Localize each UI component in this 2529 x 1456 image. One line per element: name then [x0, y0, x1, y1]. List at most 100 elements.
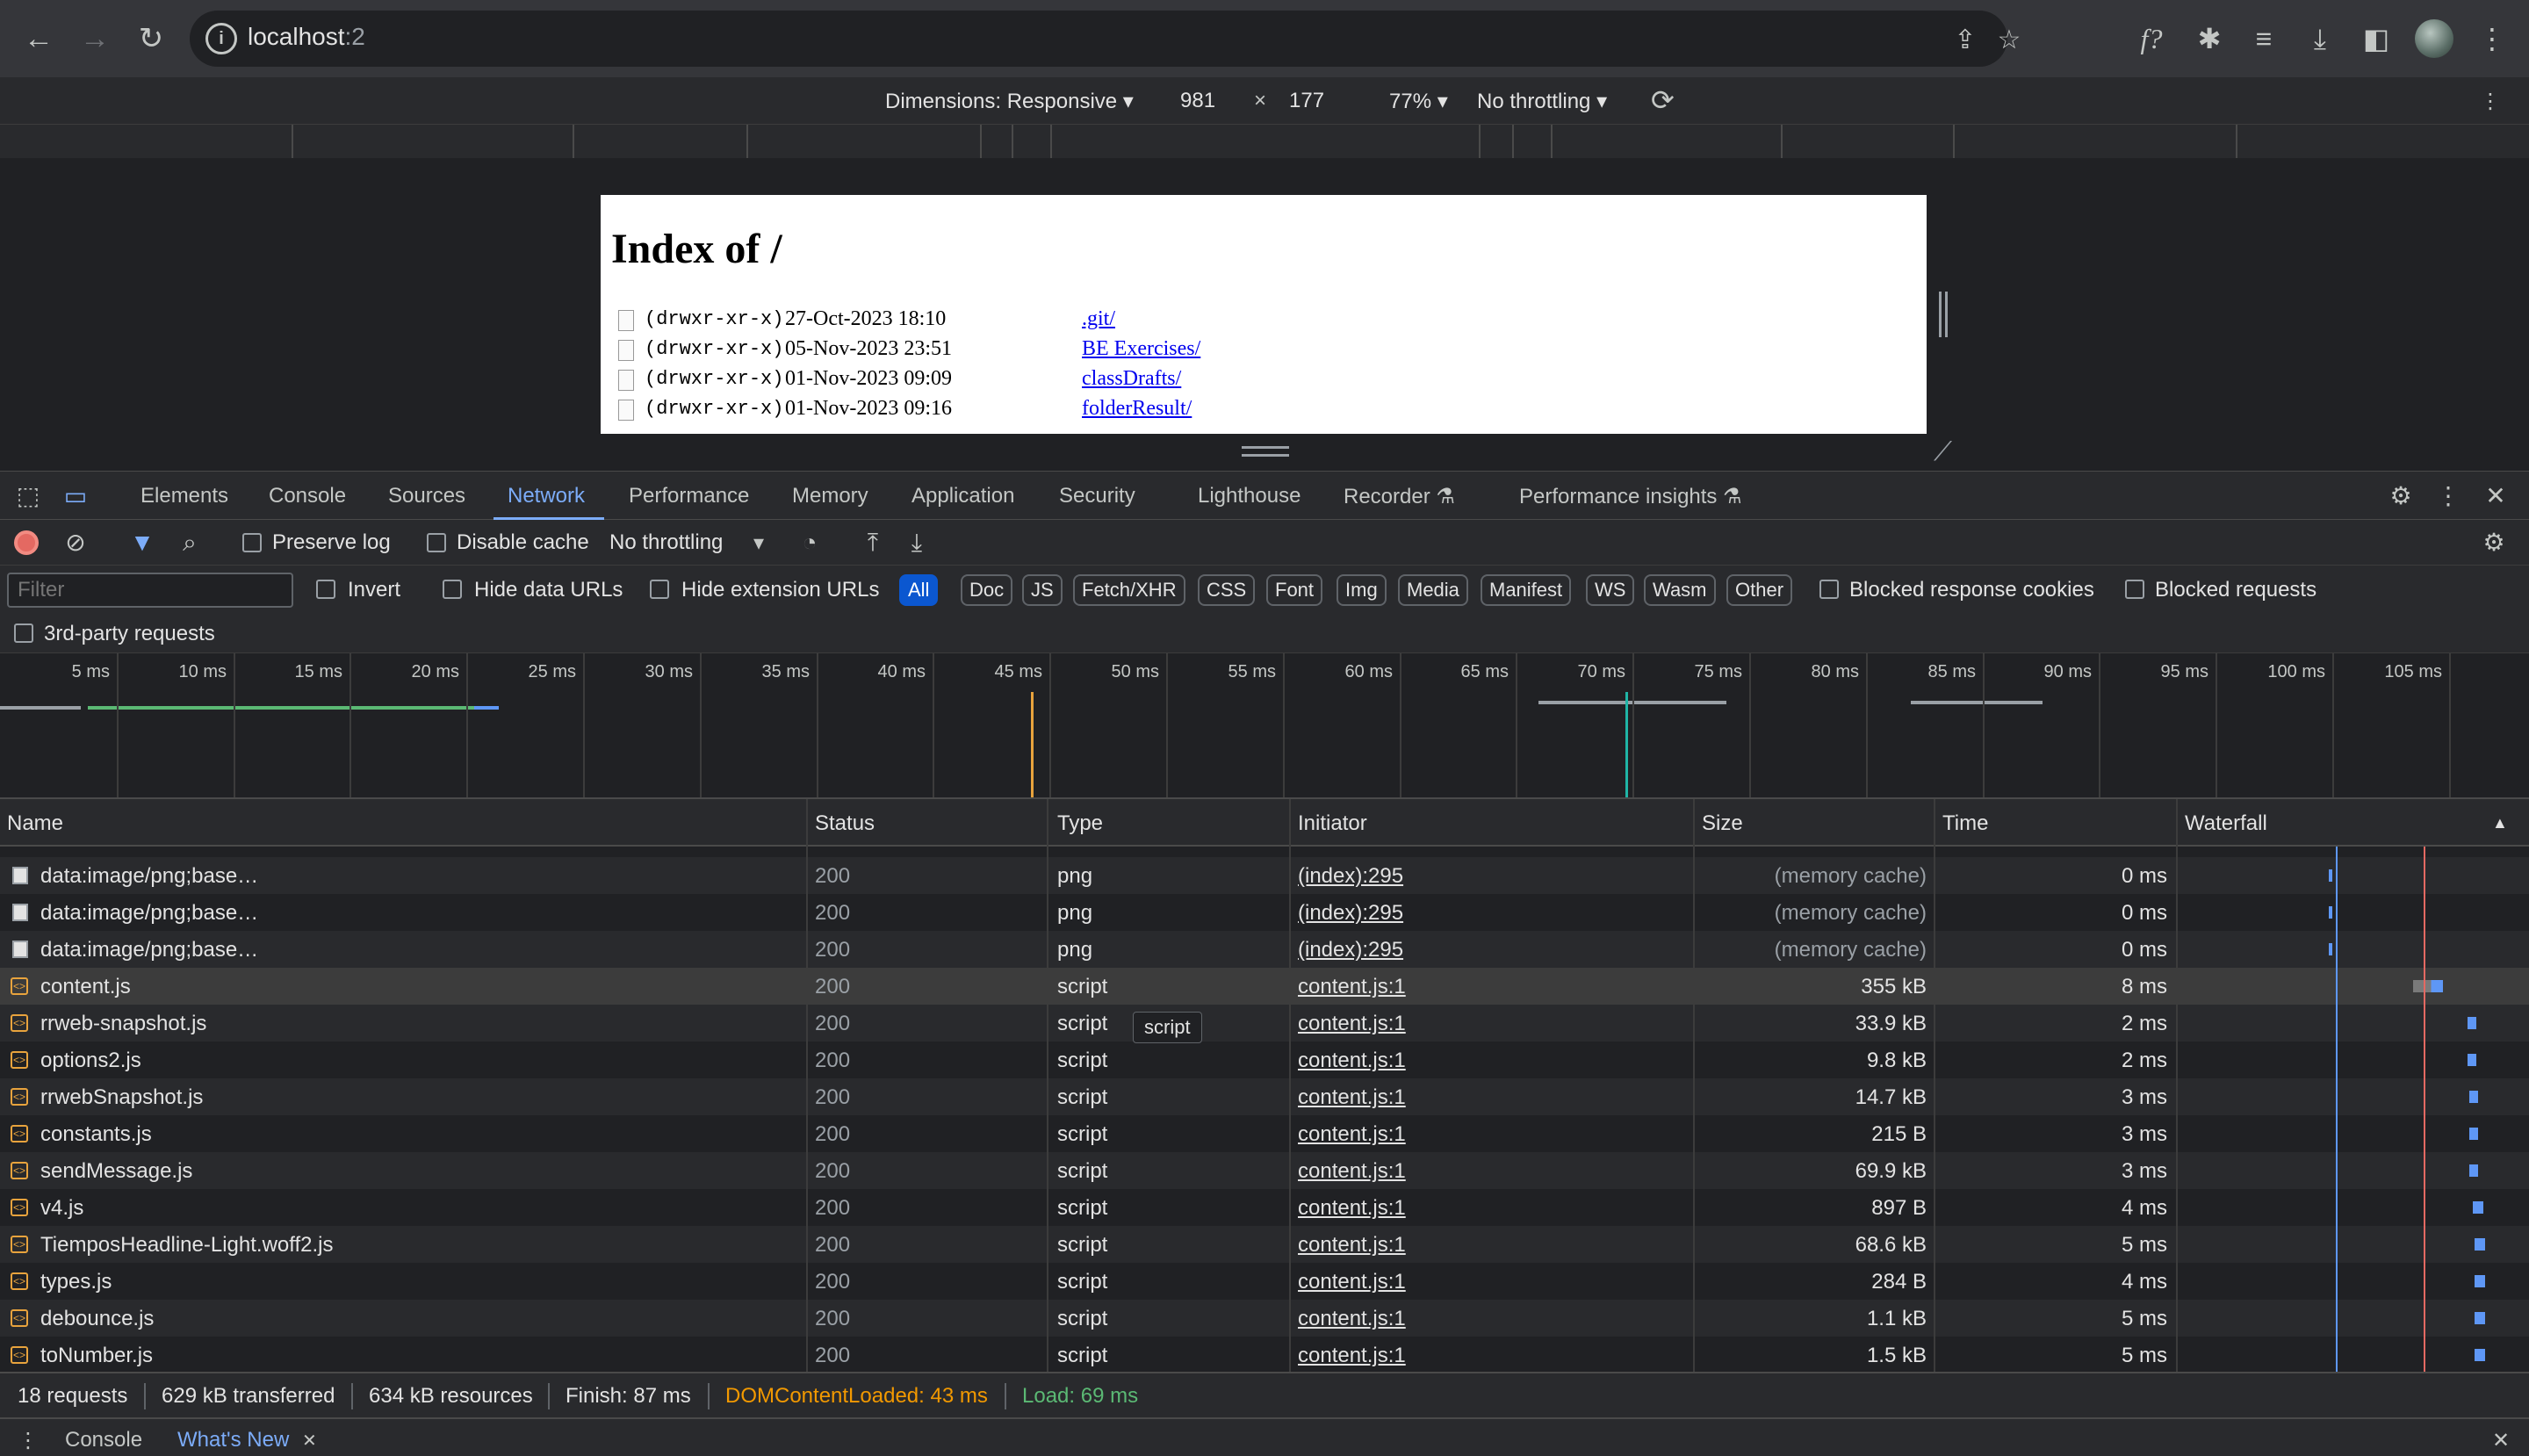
column-divider[interactable] — [1693, 799, 1695, 1372]
dir-link[interactable]: folderResult/ — [1082, 397, 1192, 421]
network-settings-icon[interactable]: ⚙ — [2480, 529, 2508, 557]
viewport-resize-handle-corner[interactable]: ⟋ — [1934, 439, 1956, 465]
tab-application[interactable]: Application — [911, 484, 1014, 508]
media-query-ruler[interactable] — [0, 125, 2529, 158]
rotate-icon[interactable]: ⟳ — [1651, 83, 1675, 117]
column-type-header[interactable]: Type — [1057, 811, 1103, 836]
address-bar[interactable]: i localhost:2 ⇪ ☆ — [190, 11, 2021, 67]
chip-other[interactable]: Other — [1726, 574, 1793, 606]
device-toggle-icon[interactable]: ▭ — [61, 482, 90, 510]
request-initiator[interactable]: content.js:1 — [1298, 975, 1406, 999]
settings-icon[interactable]: ⚙ — [2387, 482, 2415, 510]
table-row[interactable]: <> debounce.js 200 script content.js:1 1.1 kB… — [0, 1300, 2529, 1337]
forward-icon[interactable]: → — [74, 18, 116, 60]
third-party-checkbox[interactable] — [14, 623, 33, 643]
column-waterfall-header[interactable]: Waterfall — [2185, 811, 2267, 836]
column-name-header[interactable]: Name — [7, 811, 63, 836]
search-icon[interactable]: ⌕ — [176, 529, 204, 557]
device-menu-icon[interactable]: ⋮ — [2480, 89, 2501, 114]
request-initiator[interactable]: content.js:1 — [1298, 1049, 1406, 1073]
downloads-icon[interactable]: ⤓ — [2301, 19, 2339, 58]
chip-css[interactable]: CSS — [1198, 574, 1256, 606]
drawer-tab-whats-new[interactable]: What's New — [177, 1428, 289, 1452]
network-overview[interactable]: 5 ms 10 ms 15 ms 20 ms 25 ms 30 ms 35 ms 40 ms 4… — [0, 653, 2529, 799]
request-initiator[interactable]: content.js:1 — [1298, 1196, 1406, 1221]
chip-manifest[interactable]: Manifest — [1481, 574, 1572, 606]
request-initiator[interactable]: (index):295 — [1298, 864, 1403, 889]
request-initiator[interactable]: content.js:1 — [1298, 1122, 1406, 1147]
table-row[interactable]: <> options2.js 200 script content.js:1 9.8 kB… — [0, 1042, 2529, 1078]
column-time-header[interactable]: Time — [1942, 811, 1988, 836]
dir-link[interactable]: .git/ — [1082, 307, 1115, 331]
drawer-tab-console[interactable]: Console — [65, 1428, 142, 1452]
chip-fetch-xhr[interactable]: Fetch/XHR — [1073, 574, 1185, 606]
column-divider[interactable] — [2176, 799, 2178, 1372]
tab-recorder[interactable]: Recorder ⚗ — [1344, 484, 1455, 509]
table-row[interactable]: data:image/png;base… 200 png (index):295 (me… — [0, 931, 2529, 968]
request-initiator[interactable]: content.js:1 — [1298, 1085, 1406, 1110]
chip-img[interactable]: Img — [1337, 574, 1387, 606]
extensions-icon[interactable]: ✱ — [2190, 19, 2229, 58]
request-initiator[interactable]: content.js:1 — [1298, 1307, 1406, 1331]
invert-checkbox[interactable] — [316, 580, 335, 599]
viewport-resize-handle-right[interactable] — [1939, 292, 1948, 337]
tab-elements[interactable]: Elements — [140, 484, 228, 508]
device-throttling-select[interactable]: No throttling ▾ — [1477, 89, 1607, 114]
reload-icon[interactable]: ↻ — [130, 18, 172, 60]
inspect-element-icon[interactable]: ⬚ — [14, 482, 42, 510]
request-initiator[interactable]: content.js:1 — [1298, 1159, 1406, 1184]
tab-memory[interactable]: Memory — [792, 484, 868, 508]
dir-link[interactable]: BE Exercises/ — [1082, 337, 1200, 361]
network-throttling-select[interactable]: No throttling — [609, 530, 723, 555]
share-icon[interactable]: ⇪ — [1949, 25, 1981, 56]
tab-security[interactable]: Security — [1059, 484, 1135, 508]
close-whats-new-icon[interactable]: ✕ — [302, 1430, 317, 1452]
tab-performance[interactable]: Performance — [629, 484, 749, 508]
url-text[interactable]: localhost:2 — [248, 23, 365, 51]
media-control-icon[interactable]: ≡ — [2244, 19, 2283, 58]
clear-icon[interactable]: ⊘ — [61, 529, 90, 557]
table-row[interactable]: <> sendMessage.js 200 script content.js:1 69.… — [0, 1152, 2529, 1189]
tab-lighthouse[interactable]: Lighthouse — [1198, 484, 1301, 508]
column-size-header[interactable]: Size — [1702, 811, 1743, 836]
more-options-icon[interactable]: ⋮ — [2434, 482, 2462, 510]
table-row[interactable]: data:image/png;base… 200 png (index):295 (me… — [0, 894, 2529, 931]
dimensions-select[interactable]: Dimensions: Responsive ▾ — [885, 89, 1134, 114]
drawer-menu-icon[interactable]: ⋮ — [18, 1428, 39, 1453]
import-har-icon[interactable]: ⤒ — [859, 529, 887, 557]
table-row[interactable]: <> content.js 200 script content.js:1 355 kB 8… — [0, 968, 2529, 1005]
preserve-log-checkbox[interactable] — [242, 533, 262, 552]
request-initiator[interactable]: content.js:1 — [1298, 1344, 1406, 1368]
chevron-down-icon[interactable]: ▾ — [753, 530, 764, 556]
bookmark-star-icon[interactable]: ☆ — [1993, 25, 2025, 56]
width-input[interactable]: 981 — [1180, 89, 1215, 113]
request-initiator[interactable]: (index):295 — [1298, 938, 1403, 962]
tab-network[interactable]: Network — [508, 484, 585, 508]
column-divider[interactable] — [1289, 799, 1291, 1372]
table-row[interactable]: <> TiemposHeadline-Light.woff2.js 200 scrip… — [0, 1226, 2529, 1263]
hide-extension-urls-checkbox[interactable] — [650, 580, 669, 599]
hide-data-urls-checkbox[interactable] — [443, 580, 462, 599]
height-input[interactable]: 177 — [1289, 89, 1324, 113]
side-panel-icon[interactable]: ◧ — [2357, 19, 2396, 58]
table-row[interactable]: data:image/png;base… 200 png (index):295 (me… — [0, 857, 2529, 894]
blocked-cookies-checkbox[interactable] — [1819, 580, 1839, 599]
fx-extension-icon[interactable]: f? — [2132, 19, 2171, 58]
chip-all[interactable]: All — [899, 574, 939, 606]
close-devtools-icon[interactable]: ✕ — [2482, 482, 2510, 510]
column-divider[interactable] — [1934, 799, 1935, 1372]
table-row[interactable]: <> v4.js 200 script content.js:1 897 B 4 ms — [0, 1189, 2529, 1226]
sort-ascending-icon[interactable]: ▲ — [2492, 814, 2508, 833]
chip-font[interactable]: Font — [1266, 574, 1323, 606]
column-divider[interactable] — [1047, 799, 1048, 1372]
profile-avatar[interactable] — [2415, 19, 2453, 58]
close-drawer-icon[interactable]: ✕ — [2492, 1428, 2510, 1453]
request-initiator[interactable]: content.js:1 — [1298, 1233, 1406, 1258]
tab-performance-insights[interactable]: Performance insights ⚗ — [1519, 484, 1742, 509]
blocked-requests-checkbox[interactable] — [2125, 580, 2144, 599]
filter-icon[interactable]: ▼ — [128, 529, 156, 557]
record-button[interactable] — [14, 530, 39, 555]
request-initiator[interactable]: (index):295 — [1298, 901, 1403, 926]
disable-cache-checkbox[interactable] — [427, 533, 446, 552]
dir-link[interactable]: classDrafts/ — [1082, 367, 1181, 391]
